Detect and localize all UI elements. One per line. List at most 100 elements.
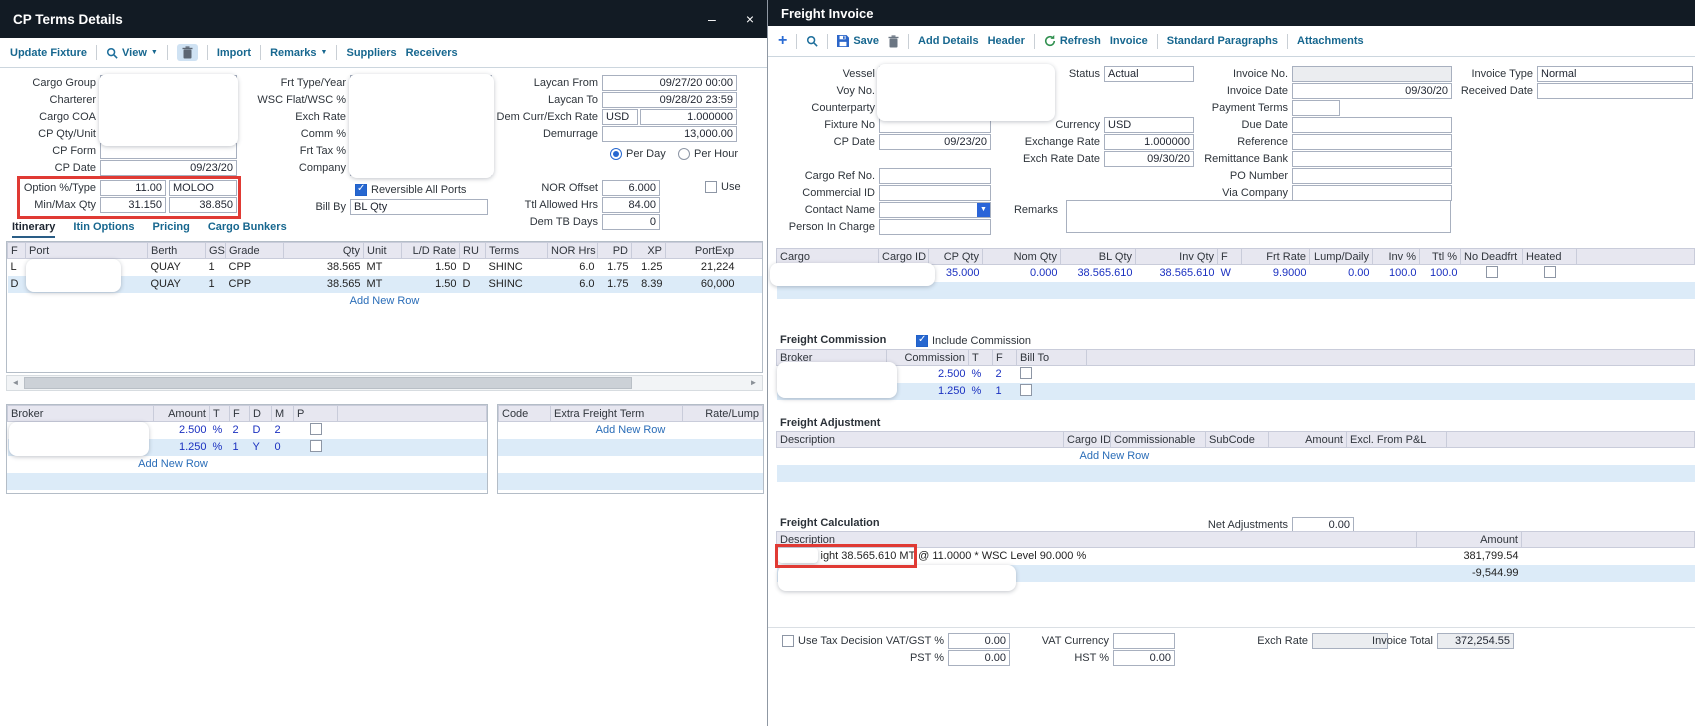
via-company-field[interactable] xyxy=(1292,185,1452,201)
view-button[interactable]: View xyxy=(106,47,158,59)
col-header: Nom Qty xyxy=(983,249,1061,265)
section-divider xyxy=(768,627,1695,628)
header-button[interactable]: Header xyxy=(988,35,1025,47)
vat-gst-field[interactable]: 0.00 xyxy=(948,633,1010,649)
laycan-from-field[interactable]: 09/27/20 00:00 xyxy=(602,75,737,91)
col-header: XP xyxy=(632,243,666,259)
minimize-button[interactable]: – xyxy=(708,11,716,27)
bill-to-checkbox[interactable] xyxy=(1020,367,1032,379)
person-in-charge-field[interactable] xyxy=(879,219,991,235)
invoice-type-field[interactable]: Normal xyxy=(1537,66,1693,82)
laycan-to-field[interactable]: 09/28/20 23:59 xyxy=(602,92,737,108)
suppliers-button[interactable]: Suppliers xyxy=(346,47,396,59)
cell xyxy=(338,422,487,439)
nor-offset-field[interactable]: 6.000 xyxy=(602,180,660,196)
no-deadfrt-checkbox[interactable] xyxy=(1486,266,1498,278)
cp-date-field[interactable]: 09/23/20 xyxy=(879,134,991,150)
commission-row[interactable]: 1.250 % 1 xyxy=(777,383,1695,400)
demurrage-field[interactable]: 13,000.00 xyxy=(602,126,737,142)
cell: 1.250 xyxy=(154,439,210,456)
add-new-row-link[interactable]: Add New Row xyxy=(350,295,420,307)
bill-by-field[interactable]: BL Qty xyxy=(350,199,488,215)
use-tax-decision-checkbox[interactable] xyxy=(782,635,794,647)
cell: -9,544.99 xyxy=(1417,565,1522,582)
remittance-bank-field[interactable] xyxy=(1292,151,1452,167)
bill-to-checkbox[interactable] xyxy=(1020,384,1032,396)
remarks-button[interactable]: Remarks xyxy=(270,47,327,59)
heated-checkbox[interactable] xyxy=(1544,266,1556,278)
pst-label: PST % xyxy=(868,651,944,666)
update-fixture-button[interactable]: Update Fixture xyxy=(10,47,87,59)
per-day-radio[interactable] xyxy=(610,148,622,160)
per-hour-radio[interactable] xyxy=(678,148,690,160)
toolbar-divider xyxy=(827,34,828,49)
search-button[interactable] xyxy=(806,35,818,47)
dem-tb-days-field[interactable]: 0 xyxy=(602,214,660,230)
include-commission-checkbox[interactable] xyxy=(916,335,928,347)
redaction-overlay xyxy=(99,74,238,146)
col-header: Description xyxy=(777,432,1064,448)
scroll-right-icon[interactable] xyxy=(746,377,761,389)
cell: 2 xyxy=(993,366,1017,383)
col-header: Grade xyxy=(226,243,284,259)
add-new-row-link[interactable]: Add New Row xyxy=(1080,450,1150,462)
refresh-button[interactable]: Refresh xyxy=(1044,35,1101,47)
invoice-button[interactable]: Invoice xyxy=(1110,35,1148,47)
payment-terms-field[interactable] xyxy=(1292,100,1340,116)
horizontal-scrollbar[interactable] xyxy=(6,375,763,391)
received-date-field[interactable] xyxy=(1537,83,1693,99)
vat-currency-field[interactable] xyxy=(1113,633,1175,649)
cell: 0 xyxy=(272,439,294,456)
reference-field[interactable] xyxy=(1292,134,1452,150)
pst-field[interactable]: 0.00 xyxy=(948,650,1010,666)
tab-itinerary[interactable]: Itinerary xyxy=(12,221,55,238)
tab-pricing[interactable]: Pricing xyxy=(153,221,190,238)
add-details-button[interactable]: Add Details xyxy=(918,35,979,47)
tab-cargo-bunkers[interactable]: Cargo Bunkers xyxy=(208,221,287,238)
commercial-id-field[interactable] xyxy=(879,185,991,201)
po-number-field[interactable] xyxy=(1292,168,1452,184)
tab-itin-options[interactable]: Itin Options xyxy=(73,221,134,238)
remarks-field[interactable] xyxy=(1066,200,1451,233)
trash-icon xyxy=(182,46,193,59)
cp-date-field[interactable]: 09/23/20 xyxy=(100,160,237,176)
exch-rate-label: Exch Rate xyxy=(1223,634,1308,649)
col-header xyxy=(338,406,487,422)
cargo-ref-no-field[interactable] xyxy=(879,168,991,184)
save-button[interactable]: Save xyxy=(837,35,879,47)
dem-curr-field[interactable]: USD xyxy=(602,109,638,125)
delete-button[interactable] xyxy=(177,44,198,61)
hst-field[interactable]: 0.00 xyxy=(1113,650,1175,666)
broker-p-checkbox[interactable] xyxy=(310,423,322,435)
reversible-all-ports-checkbox[interactable] xyxy=(355,184,367,196)
dem-tb-days-label: Dem TB Days xyxy=(470,215,598,230)
use-checkbox[interactable] xyxy=(705,181,717,193)
cell: 38.565.610 xyxy=(1136,265,1218,282)
standard-paragraphs-button[interactable]: Standard Paragraphs xyxy=(1167,35,1278,47)
broker-p-checkbox[interactable] xyxy=(310,440,322,452)
invoice-date-label: Invoice Date xyxy=(1170,84,1288,99)
receivers-button[interactable]: Receivers xyxy=(406,47,458,59)
cell: 2 xyxy=(272,422,294,439)
delete-button[interactable] xyxy=(888,35,899,48)
col-header xyxy=(1447,432,1695,448)
cell: 1 xyxy=(230,439,250,456)
via-company-label: Via Company xyxy=(1170,186,1288,201)
add-new-row-link[interactable]: Add New Row xyxy=(138,458,208,470)
attachments-button[interactable]: Attachments xyxy=(1297,35,1364,47)
frt-type-label: Frt Type/Year xyxy=(240,76,346,91)
ttl-allowed-hrs-field[interactable]: 84.00 xyxy=(602,197,660,213)
close-button[interactable]: × xyxy=(746,11,754,27)
col-header: T xyxy=(210,406,230,422)
col-header: Commission xyxy=(887,350,969,366)
scrollbar-thumb[interactable] xyxy=(24,377,632,389)
dem-exch-rate-field[interactable]: 1.000000 xyxy=(640,109,737,125)
plus-icon[interactable]: + xyxy=(778,33,787,49)
cell xyxy=(1461,265,1523,282)
commission-row[interactable]: 2.500 % 2 xyxy=(777,366,1695,383)
due-date-field[interactable] xyxy=(1292,117,1452,133)
scroll-left-icon[interactable] xyxy=(8,377,23,389)
add-new-row-link[interactable]: Add New Row xyxy=(596,424,666,436)
import-button[interactable]: Import xyxy=(217,47,251,59)
cell: 6.0 xyxy=(548,276,598,293)
